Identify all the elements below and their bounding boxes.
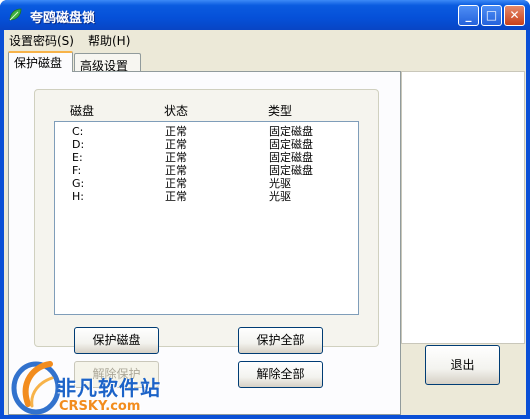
disk-letter: D: xyxy=(72,138,85,151)
maximize-button[interactable]: □ xyxy=(481,5,502,26)
disk-letter: H: xyxy=(72,190,84,203)
minimize-button[interactable]: _ xyxy=(458,5,479,26)
protect-all-button[interactable]: 保护全部 xyxy=(238,327,323,354)
disk-listbox[interactable]: C: 正常 固定磁盘 D: 正常 固定磁盘 E: 正常 固定磁盘 F: 正常 固… xyxy=(54,121,359,315)
disk-type: 固定磁盘 xyxy=(269,138,313,151)
watermark-text-cn: 非凡软件站 xyxy=(56,376,161,400)
unprotect-all-button[interactable]: 解除全部 xyxy=(238,361,323,388)
disk-row[interactable]: H: 正常 光驱 xyxy=(55,190,355,203)
crsky-watermark: 非凡软件站 CRSKY.com xyxy=(10,352,170,419)
tab-protect-disk[interactable]: 保护磁盘 xyxy=(8,51,73,72)
disk-groupbox: 磁盘 状态 类型 C: 正常 固定磁盘 D: 正常 固定磁盘 E: 正常 固定磁… xyxy=(34,89,379,347)
disk-status: 正常 xyxy=(165,151,187,164)
disk-type: 固定磁盘 xyxy=(269,164,313,177)
menu-help[interactable]: 帮助(H) xyxy=(88,32,130,49)
disk-type: 固定磁盘 xyxy=(269,151,313,164)
tab-advanced-settings[interactable]: 高级设置 xyxy=(74,53,141,73)
disk-letter: C: xyxy=(72,125,84,138)
disk-row[interactable]: F: 正常 固定磁盘 xyxy=(55,164,355,177)
disk-row[interactable]: G: 正常 光驱 xyxy=(55,177,355,190)
disk-row[interactable]: E: 正常 固定磁盘 xyxy=(55,151,355,164)
disk-status: 正常 xyxy=(165,138,187,151)
menu-set-password[interactable]: 设置密码(S) xyxy=(9,32,74,49)
disk-type: 固定磁盘 xyxy=(269,125,313,138)
side-info-pane xyxy=(401,71,525,344)
column-header-disk: 磁盘 xyxy=(70,104,95,118)
title-bar[interactable]: 夸鸥磁盘锁 _ □ ✕ xyxy=(0,0,530,30)
app-leaf-icon xyxy=(9,8,22,21)
disk-status: 正常 xyxy=(165,177,187,190)
disk-status: 正常 xyxy=(165,125,187,138)
disk-row[interactable]: C: 正常 固定磁盘 xyxy=(55,125,355,138)
disk-type: 光驱 xyxy=(269,190,291,203)
disk-row[interactable]: D: 正常 固定磁盘 xyxy=(55,138,355,151)
disk-type: 光驱 xyxy=(269,177,291,190)
exit-button[interactable]: 退出 xyxy=(425,345,500,385)
menu-bar: 设置密码(S) 帮助(H) xyxy=(4,30,526,50)
column-header-status: 状态 xyxy=(164,104,189,118)
disk-letter: F: xyxy=(72,164,82,177)
close-button[interactable]: ✕ xyxy=(504,5,525,26)
column-header-type: 类型 xyxy=(268,104,293,118)
disk-status: 正常 xyxy=(165,164,187,177)
disk-status: 正常 xyxy=(165,190,187,203)
disk-letter: E: xyxy=(72,151,83,164)
protect-disk-button[interactable]: 保护磁盘 xyxy=(74,327,159,354)
window-title: 夸鸥磁盘锁 xyxy=(30,11,96,26)
disk-letter: G: xyxy=(72,177,85,190)
watermark-text-en: CRSKY.com xyxy=(59,399,141,414)
